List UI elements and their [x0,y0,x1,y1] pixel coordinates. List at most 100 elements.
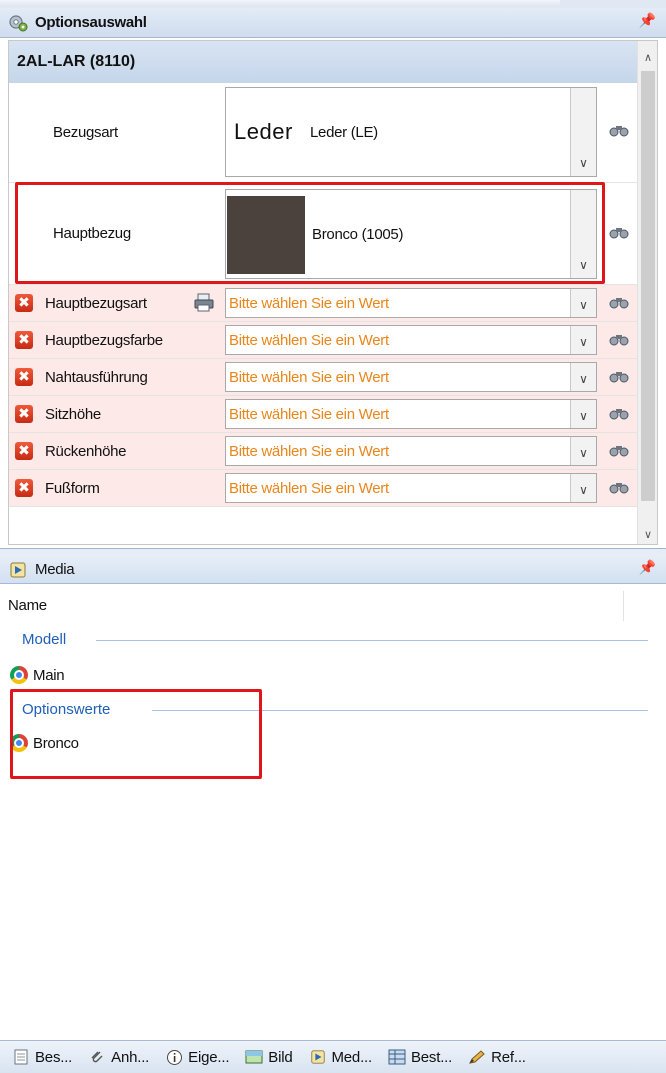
document-icon [12,1048,30,1066]
option-row-hauptbezugsart: ✖ Hauptbezugsart Bitte wählen Sie ein We… [9,285,637,322]
column-separator[interactable] [623,591,624,621]
chevron-down-icon[interactable]: ∨ [570,326,596,354]
binoculars-icon[interactable] [609,225,629,239]
binoculars-icon[interactable] [609,480,629,494]
scroll-thumb[interactable] [641,71,655,501]
tab-label: Bild [268,1048,293,1066]
scroll-up-icon[interactable]: ∧ [638,47,657,67]
media-item-bronco[interactable]: Bronco [10,732,79,754]
nahtausfuehrung-select[interactable]: Bitte wählen Sie ein Wert ∨ [225,362,597,392]
tab-bestandteile[interactable]: Best... [388,1048,452,1066]
error-icon: ✖ [15,442,33,460]
pin-icon[interactable]: 📌 [639,13,656,29]
combo-placeholder: Bitte wählen Sie ein Wert [229,294,389,312]
option-group-header: 2AL-LAR (8110) [9,41,637,83]
rueckenhoehe-select[interactable]: Bitte wählen Sie ein Wert ∨ [225,436,597,466]
media-item-main[interactable]: Main [10,664,65,686]
image-icon [245,1048,263,1066]
info-icon [165,1048,183,1066]
tab-beschreibung[interactable]: Bes... [12,1048,72,1066]
bezugsart-select[interactable]: Leder Leder (LE) ∨ [225,87,597,177]
tab-label: Med... [331,1048,373,1066]
chevron-down-icon[interactable]: ∨ [570,400,596,428]
chevron-down-icon[interactable]: ∨ [570,437,596,465]
color-swatch [227,196,305,274]
option-label: Bezugsart [53,124,118,141]
combo-placeholder: Bitte wählen Sie ein Wert [229,331,389,349]
hauptbezugsfarbe-select[interactable]: Bitte wählen Sie ein Wert ∨ [225,325,597,355]
binoculars-icon[interactable] [609,295,629,309]
grid-icon [388,1048,406,1066]
tab-label: Ref... [491,1048,526,1066]
tab-eigenschaften[interactable]: Eige... [165,1048,229,1066]
option-row-rueckenhoehe: ✖ Rückenhöhe Bitte wählen Sie ein Wert ∨ [9,433,637,470]
pane-splitter[interactable] [0,548,666,556]
chevron-down-icon[interactable]: ∨ [570,289,596,317]
combo-value: Leder (LE) [310,123,378,141]
tab-bild[interactable]: Bild [245,1048,293,1066]
options-scrollbar[interactable]: ∧ ∨ [637,41,657,544]
error-icon: ✖ [15,368,33,386]
chevron-down-icon[interactable]: ∨ [570,88,596,176]
media-item-label: Bronco [33,734,79,752]
option-row-sitzhoehe: ✖ Sitzhöhe Bitte wählen Sie ein Wert ∨ [9,396,637,433]
hauptbezug-select[interactable]: Bronco (1005) ∨ [225,189,597,279]
binoculars-icon[interactable] [609,123,629,137]
combo-placeholder: Bitte wählen Sie ein Wert [229,479,389,497]
fussform-select[interactable]: Bitte wählen Sie ein Wert ∨ [225,473,597,503]
chrome-icon [10,666,28,684]
option-label: Hauptbezugsart [45,294,147,312]
media-pane-header: Media 📌 [0,556,666,584]
error-icon: ✖ [15,405,33,423]
chevron-down-icon[interactable]: ∨ [570,474,596,502]
name-column-header[interactable]: Name [0,585,666,625]
bottom-tab-bar: Bes... Anh... Eige... Bild Med... Best..… [0,1040,666,1073]
option-row-bezugsart: Bezugsart Leder Leder (LE) ∨ [9,83,637,183]
tab-label: Best... [410,1048,453,1066]
option-label: Rückenhöhe [45,442,127,460]
option-row-empty [9,507,637,544]
hauptbezugsart-select[interactable]: Bitte wählen Sie ein Wert ∨ [225,288,597,318]
option-label: Fußform [45,479,100,497]
gears-icon [7,12,29,34]
chevron-down-icon[interactable]: ∨ [570,363,596,391]
options-pane-header: Optionsauswahl 📌 [0,8,666,38]
binoculars-icon[interactable] [609,406,629,420]
pin-icon[interactable]: 📌 [639,560,656,576]
tab-label: Bes... [35,1048,73,1066]
tab-anhaenge[interactable]: Anh... [88,1048,149,1066]
paperclip-icon [88,1048,106,1066]
binoculars-icon[interactable] [609,369,629,383]
chrome-icon [10,734,28,752]
tab-label: Anh... [111,1048,150,1066]
media-item-label: Main [33,666,65,684]
tab-label: Eige... [188,1048,230,1066]
tab-referenzen[interactable]: Ref... [468,1048,526,1066]
combo-value: Bronco (1005) [312,225,404,243]
combo-placeholder: Bitte wählen Sie ein Wert [229,405,389,423]
binoculars-icon[interactable] [609,332,629,346]
combo-prefix: Leder [234,119,293,144]
option-label: Sitzhöhe [45,405,101,423]
combo-placeholder: Bitte wählen Sie ein Wert [229,442,389,460]
option-row-hauptbezugsfarbe: ✖ Hauptbezugsfarbe Bitte wählen Sie ein … [9,322,637,359]
combo-placeholder: Bitte wählen Sie ein Wert [229,368,389,386]
binoculars-icon[interactable] [609,443,629,457]
scroll-down-icon[interactable]: ∨ [638,524,657,544]
option-row-fussform: ✖ Fußform Bitte wählen Sie ein Wert ∨ [9,470,637,507]
media-list: Name Modell Main Optionswerte Bronco [0,585,666,1040]
options-pane-title: Optionsauswahl [35,14,147,31]
option-label: Hauptbezug [53,225,131,242]
printer-icon[interactable] [193,293,215,313]
option-row-nahtausfuehrung: ✖ Nahtausführung Bitte wählen Sie ein We… [9,359,637,396]
media-pane-title: Media [35,561,75,578]
chevron-down-icon[interactable]: ∨ [570,190,596,278]
error-icon: ✖ [15,331,33,349]
media-group-modell: Modell [22,630,67,648]
option-row-hauptbezug: Hauptbezug Bronco (1005) ∨ [9,183,637,285]
options-grid: 2AL-LAR (8110) Bezugsart Leder Leder (LE… [8,40,658,545]
media-icon [7,559,29,581]
sitzhoehe-select[interactable]: Bitte wählen Sie ein Wert ∨ [225,399,597,429]
tab-media[interactable]: Med... [309,1048,372,1066]
option-label: Hauptbezugsfarbe [45,331,163,349]
